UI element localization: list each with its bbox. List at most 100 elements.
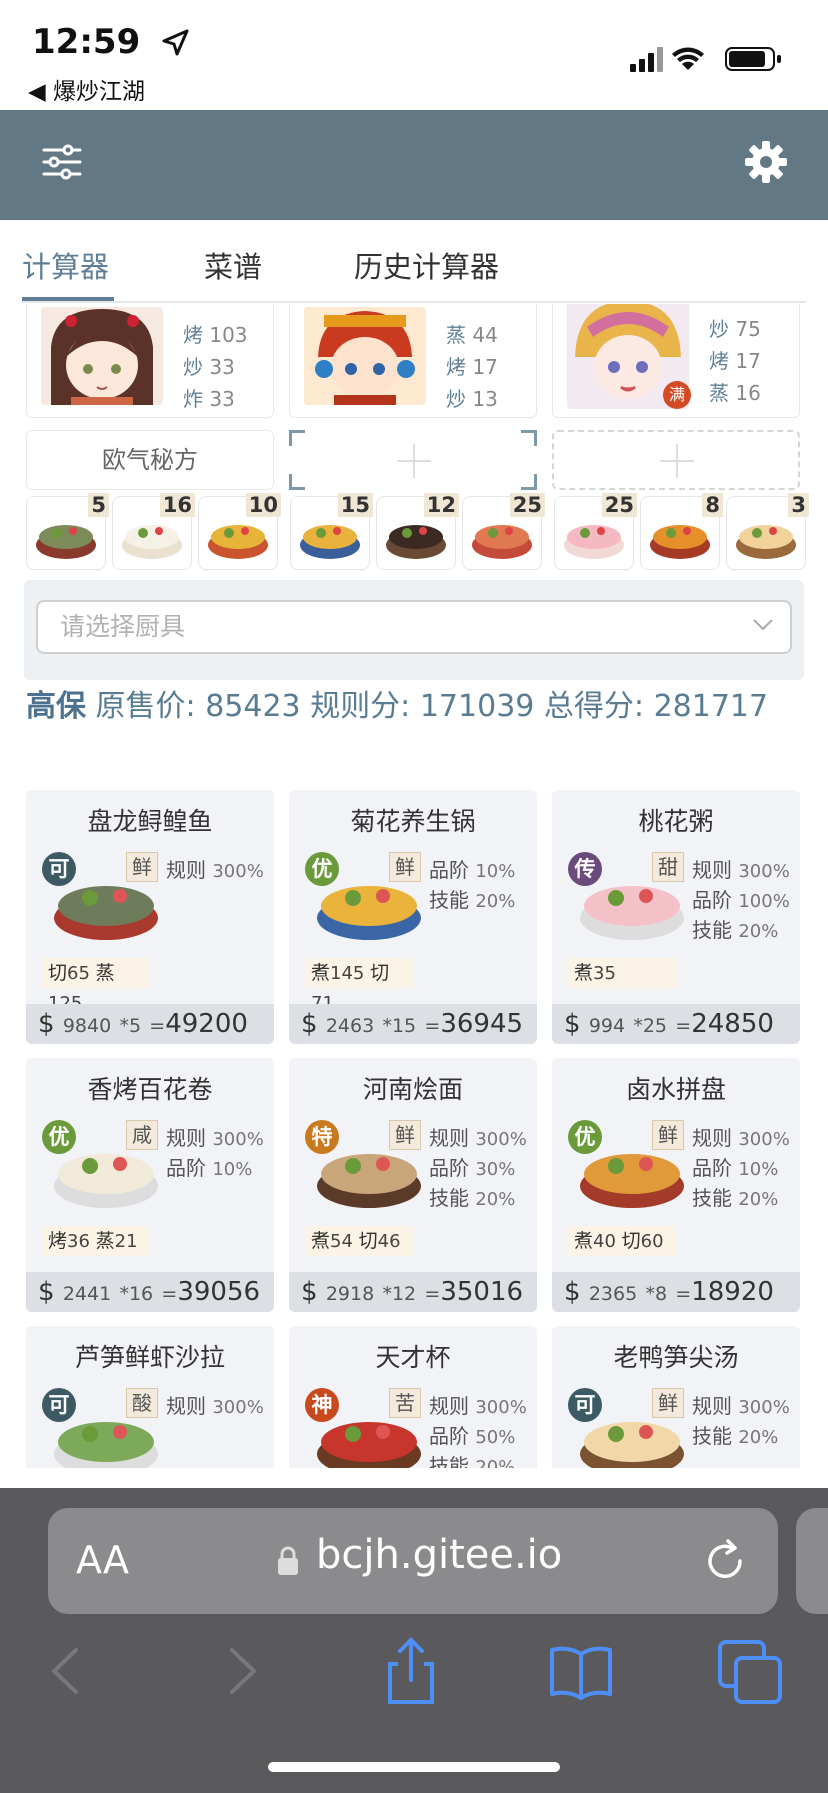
rule-line: 技能 20% — [429, 1450, 515, 1468]
add-slot[interactable] — [552, 430, 800, 490]
taste-badge: 鲜 — [652, 1388, 684, 1418]
recipe-card[interactable]: 老鸭笋尖汤可鲜规则 300% 技能 20% — [552, 1326, 800, 1468]
ingredient-skill-value: 36 — [67, 1231, 90, 1252]
recipe-name: 菊花养生锅 — [350, 807, 476, 836]
rule-label: 品阶 — [166, 1156, 206, 1180]
rule-label: 品阶 — [692, 1156, 732, 1180]
recipe-card[interactable]: 桃花粥传甜规则 300% 品阶 100% 技能 20% 煮35 $ 994 *25 =… — [552, 790, 800, 1044]
ingredient-skill-value: 46 — [377, 1231, 401, 1252]
rule-line: 规则 300% — [166, 854, 264, 883]
reload-icon[interactable] — [702, 1538, 748, 1584]
browser-toolbar: AA bcjh.gitee.io — [0, 1488, 828, 1793]
dish-thumbnail[interactable]: 12 — [376, 493, 459, 570]
rule-line: 技能 20% — [429, 884, 515, 913]
rarity-badge: 可 — [42, 852, 76, 886]
skill-value: 75 — [735, 317, 761, 341]
rarity-badge: 神 — [305, 1388, 339, 1422]
ingredient-skills: 烤36 蒸21 — [42, 1226, 150, 1256]
ingredient-skill-value: 60 — [640, 1231, 664, 1252]
skill-value: 17 — [472, 355, 498, 379]
dish-count-badge: 25 — [601, 493, 637, 517]
tabs-icon[interactable] — [716, 1636, 786, 1706]
recipe-card[interactable]: 河南烩面特鲜规则 300% 品阶 30% 技能 20% 煮54 切46 $ 2918 … — [289, 1058, 537, 1312]
tab-history-calculator[interactable]: 历史计算器 — [354, 244, 499, 286]
dish-thumbnail[interactable]: 3 — [726, 493, 809, 570]
recipe-card[interactable]: 盘龙鲟鳇鱼可 鲜规则 300% 切65 蒸125 $ 9840 *5 =49200 — [26, 790, 274, 1044]
rule-label: 规则 — [692, 1126, 732, 1150]
quantity: *12 — [382, 1283, 417, 1305]
quantity: *25 — [633, 1015, 668, 1037]
rule-value: 300% — [738, 1129, 790, 1150]
rule-label: 技能 — [692, 918, 732, 942]
rule-label: 技能 — [429, 1186, 469, 1210]
next-tab-preview[interactable] — [796, 1508, 828, 1614]
rule-value: 10% — [475, 861, 516, 882]
rule-label: 品阶 — [429, 858, 469, 882]
rule-label: 规则 — [429, 1126, 469, 1150]
recipe-card[interactable]: 天才杯神苦规则 300% 品阶 50% 技能 20% — [289, 1326, 537, 1468]
chef-slot-1[interactable]: 烤 103 炒 33 炸 33 — [26, 304, 274, 418]
dish-thumbnail[interactable]: 5 — [26, 493, 109, 570]
recipe-card[interactable]: 卤水拼盘优鲜规则 300% 品阶 10% 技能 20% 煮40 切60 $ 2365 … — [552, 1058, 800, 1312]
dish-thumbnail[interactable]: 16 — [112, 493, 195, 570]
dish-thumbnail[interactable]: 25 — [554, 493, 637, 570]
filter-sliders-icon[interactable] — [40, 140, 84, 184]
recipe-total: 35016 — [440, 1277, 524, 1307]
full-badge: 满 — [663, 381, 691, 409]
skill-label: 烤 — [446, 355, 466, 379]
equipment-placeholder: 请选择厨具 — [60, 612, 186, 641]
rule-label: 规则 — [692, 858, 732, 882]
quantity: *15 — [382, 1015, 417, 1037]
score-summary: 高保 原售价: 85423 规则分: 171039 总得分: 281717 — [26, 684, 806, 730]
active-tab-indicator — [22, 297, 114, 301]
battery-icon — [725, 47, 781, 71]
bookmarks-icon[interactable] — [546, 1636, 616, 1706]
back-arrow-icon[interactable] — [32, 1636, 102, 1706]
taste-badge: 鲜 — [126, 852, 158, 882]
chef-slot-3[interactable]: 满 炒 75 烤 17 蒸 16 — [552, 304, 800, 418]
forward-arrow-icon[interactable] — [206, 1636, 276, 1706]
share-icon[interactable] — [376, 1636, 446, 1706]
address-bar[interactable]: AA bcjh.gitee.io — [48, 1508, 778, 1614]
taste-badge: 鲜 — [389, 1120, 421, 1150]
recipe-name: 桃花粥 — [638, 807, 714, 836]
tab-calculator[interactable]: 计算器 — [22, 244, 109, 286]
taste-badge: 咸 — [126, 1120, 158, 1150]
chef-slot-2[interactable]: 蒸 44 烤 17 炒 13 — [289, 304, 537, 418]
rule-score-label: 规则分: — [310, 689, 411, 724]
dish-thumbnail[interactable]: 10 — [198, 493, 281, 570]
dish-count-badge: 15 — [337, 493, 373, 517]
equipment-select[interactable]: 请选择厨具 — [36, 600, 792, 654]
rule-line: 技能 20% — [692, 914, 778, 943]
rule-value: 300% — [738, 1397, 790, 1418]
add-slot-selected[interactable] — [289, 430, 537, 490]
gear-icon[interactable] — [744, 140, 788, 184]
tab-recipes[interactable]: 菜谱 — [204, 244, 262, 286]
rule-label: 规则 — [692, 1394, 732, 1418]
recipe-name: 老鸭笋尖汤 — [613, 1343, 739, 1372]
calculator-content[interactable]: 烤 103 炒 33 炸 33 蒸 44 烤 17 炒 13 满 炒 75 烤 … — [0, 304, 828, 1468]
skill-value: 17 — [735, 349, 761, 373]
unit-price: 994 — [588, 1015, 626, 1037]
recipe-card[interactable]: 芦笋鲜虾沙拉可 酸规则 300% — [26, 1326, 274, 1468]
dish-thumbnail[interactable]: 15 — [290, 493, 373, 570]
skill-label: 炒 — [183, 355, 203, 379]
rule-label: 规则 — [166, 858, 206, 882]
back-to-app-link[interactable]: ◀ 爆炒江湖 — [28, 72, 145, 106]
dish-thumbnail[interactable]: 25 — [462, 493, 545, 570]
taste-badge: 酸 — [126, 1388, 158, 1418]
dish-count-badge: 12 — [423, 493, 459, 517]
text-size-button[interactable]: AA — [76, 1538, 129, 1582]
lucky-recipe-button[interactable]: 欧气秘方 — [26, 430, 274, 490]
rule-value: 300% — [212, 1397, 264, 1418]
home-indicator — [268, 1762, 560, 1772]
ingredient-skills: 煮40 切60 — [568, 1226, 676, 1256]
dish-thumbnail[interactable]: 8 — [640, 493, 723, 570]
status-time: 12:59 — [32, 22, 141, 62]
recipe-card[interactable]: 香烤百花卷优咸规则 300% 品阶 10% 烤36 蒸21 $ 2441 *16 =… — [26, 1058, 274, 1312]
taste-badge: 鲜 — [652, 1120, 684, 1150]
recipe-price-row: $ 2365 *8 =18920 — [552, 1272, 800, 1312]
tab-divider — [22, 301, 806, 303]
recipe-card[interactable]: 菊花养生锅优鲜品阶 10%技能 20%煮145 切71 $ 2463 *15 =… — [289, 790, 537, 1044]
phone-screen: 12:59 ◀ 爆炒江湖 计算器 菜谱 历史计算器 烤 103 炒 33 炸 3… — [0, 0, 828, 1793]
